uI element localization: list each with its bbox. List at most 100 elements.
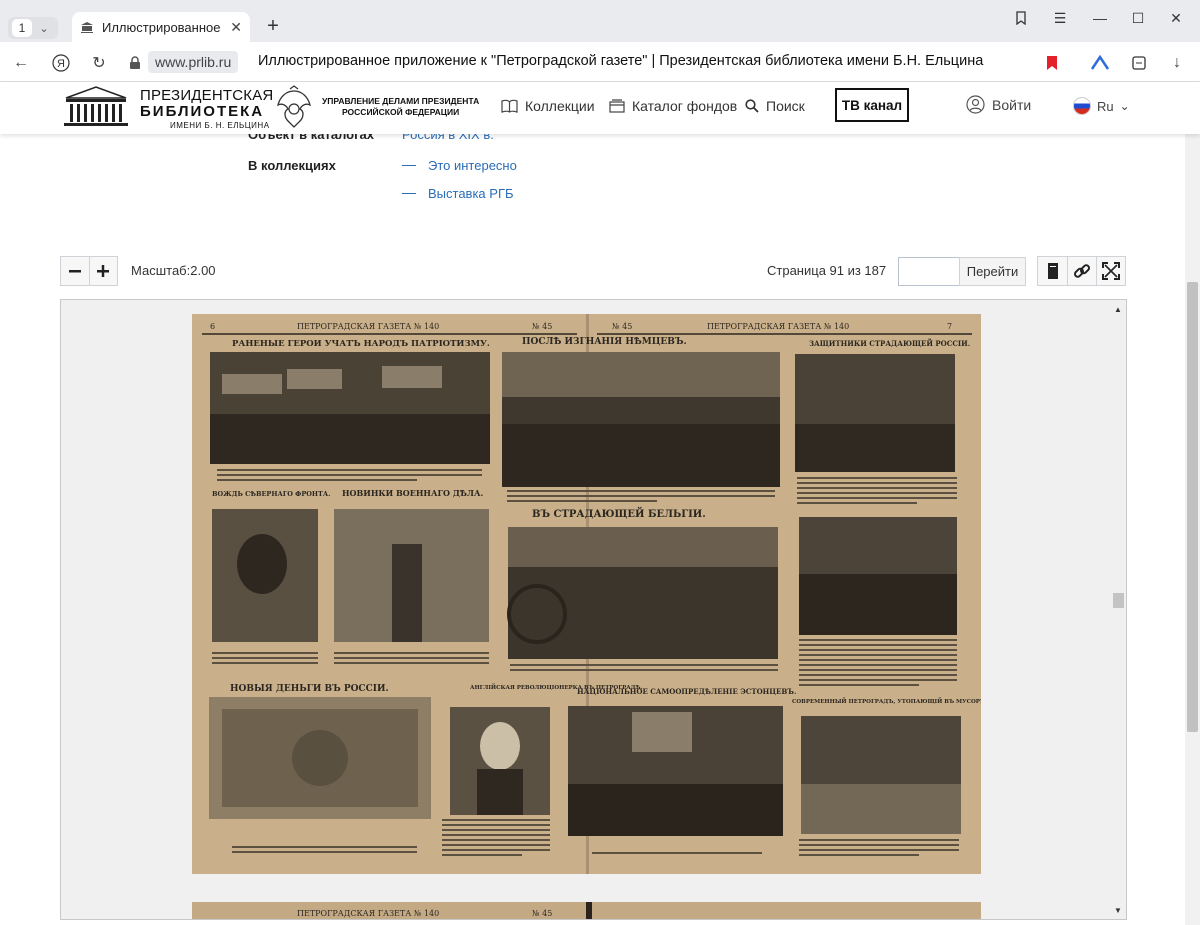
tab-counter-button[interactable]: 1 ⌄ xyxy=(8,17,58,39)
login-label: Войти xyxy=(992,96,1032,113)
maximize-icon[interactable]: ☐ xyxy=(1120,8,1156,28)
library-building-logo-icon[interactable] xyxy=(62,84,130,130)
scan-headline: ВЪ СТРАДАЮЩЕЙ БЕЛЬГІИ. xyxy=(532,507,706,520)
translate-icon[interactable] xyxy=(1089,52,1111,74)
lock-icon[interactable] xyxy=(124,52,146,74)
window-close-icon[interactable]: ✕ xyxy=(1158,8,1194,28)
admin-line-2: РОССИЙСКОЙ ФЕДЕРАЦИИ xyxy=(342,107,460,117)
login-button[interactable]: Войти xyxy=(966,95,1031,114)
dash-marker xyxy=(402,165,416,166)
scan-headline: НОВЫЯ ДЕНЬГИ ВЪ РОССІИ. xyxy=(230,684,389,694)
page-counter: Страница 91 из 187 xyxy=(767,263,887,278)
book-icon xyxy=(501,99,518,113)
newspaper-scan-next-page[interactable]: ПЕТРОГРАДСКАЯ ГАЗЕТА № 140 № 45 xyxy=(192,902,981,920)
page-number-input[interactable] xyxy=(898,257,960,286)
zoom-in-button[interactable] xyxy=(88,257,117,285)
newspaper-scan-page[interactable]: 6 ПЕТРОГРАДСКАЯ ГАЗЕТА № 140 № 45 № 45 П… xyxy=(192,314,981,874)
nav-catalog[interactable]: Каталог фондов xyxy=(609,98,737,114)
reload-icon[interactable]: ↻ xyxy=(88,52,110,74)
scroll-down-arrow-icon[interactable]: ▼ xyxy=(1114,906,1122,915)
scan-headline: НАЦІОНАЛЬНОЕ САМООПРЕДѢЛЕНІЕ ЭСТОНЦЕВЪ. xyxy=(577,687,796,696)
scan-headline: СОВРЕМЕННЫЙ ПЕТРОГРАДЪ, УТОПАЮЩІЙ ВЪ МУС… xyxy=(792,697,981,705)
viewer-scrollbar[interactable]: ▲ ▼ xyxy=(1110,300,1126,919)
logo-line-2: БИБЛИОТЕКА xyxy=(140,103,265,120)
scan-issue-right: № 45 xyxy=(612,322,632,331)
close-icon[interactable]: ✕ xyxy=(230,19,242,36)
url-domain[interactable]: www.prlib.ru xyxy=(148,51,239,73)
russian-flag-icon xyxy=(1073,97,1091,115)
fullscreen-button[interactable] xyxy=(1096,257,1125,285)
download-icon[interactable]: ↓ xyxy=(1166,52,1188,74)
scan-headline: РАНЕНЫЕ ГЕРОИ УЧАТЪ НАРОДЪ ПАТРІОТИЗМУ. xyxy=(232,339,490,349)
user-icon xyxy=(966,95,985,114)
scan-headline: ЗАЩИТНИКИ СТРАДАЮЩЕЙ РОССІИ. xyxy=(809,338,970,348)
catalog-icon xyxy=(609,99,625,113)
single-page-icon xyxy=(1047,263,1058,279)
copy-link-button[interactable] xyxy=(1067,257,1096,285)
collection-link-label: Это интересно xyxy=(428,158,517,173)
tab-title: Иллюстрированное пр xyxy=(102,19,222,35)
goto-page-button[interactable]: Перейти xyxy=(959,257,1026,286)
extensions-icon[interactable] xyxy=(1128,52,1150,74)
minimize-icon[interactable]: — xyxy=(1082,8,1118,28)
scroll-up-arrow-icon[interactable]: ▲ xyxy=(1114,305,1122,314)
scan-header-right: ПЕТРОГРАДСКАЯ ГАЗЕТА № 140 xyxy=(707,322,849,331)
page-scroll-thumb[interactable] xyxy=(1187,282,1198,732)
admin-line-1: УПРАВЛЕНИЕ ДЕЛАМИ ПРЕЗИДЕНТА xyxy=(322,96,480,106)
back-arrow-icon[interactable]: ← xyxy=(10,52,32,74)
address-bar: ← Я ↻ www.prlib.ru Иллюстрированное прил… xyxy=(0,42,1200,82)
bookmarks-icon[interactable] xyxy=(1003,8,1039,28)
scan-issue-left: № 45 xyxy=(532,909,552,918)
scan-headline: ВОЖДЬ СѢВЕРНАГО ФРОНТА. xyxy=(212,490,330,498)
library-favicon-icon xyxy=(81,22,93,33)
language-selector[interactable]: Ru ⌄ xyxy=(1073,97,1130,115)
language-label: Ru xyxy=(1097,98,1114,114)
page-scrollbar[interactable] xyxy=(1185,82,1200,925)
scan-page-left: 6 xyxy=(210,322,215,331)
chevron-down-icon: ⌄ xyxy=(39,22,49,35)
tab-count: 1 xyxy=(12,19,32,37)
nav-catalog-label: Каталог фондов xyxy=(632,98,738,114)
new-tab-button[interactable]: + xyxy=(262,16,284,38)
single-page-view-button[interactable] xyxy=(1038,257,1067,285)
menu-icon[interactable]: ☰ xyxy=(1042,8,1078,28)
zoom-controls xyxy=(60,256,118,286)
nav-collections-label: Коллекции xyxy=(525,98,595,114)
scan-headline: НОВИНКИ ВОЕННАГО ДѢЛА. xyxy=(342,488,484,498)
state-emblem-icon[interactable] xyxy=(274,85,314,129)
tv-channel-button[interactable]: ТВ канал xyxy=(835,88,909,122)
logo-line-3: ИМЕНИ Б. Н. ЕЛЬЦИНА xyxy=(170,121,270,130)
scale-label: Масштаб:2.00 xyxy=(131,263,216,278)
viewer-tools xyxy=(1037,256,1126,286)
collection-link-label: Выставка РГБ xyxy=(428,186,514,201)
nav-collections[interactable]: Коллекции xyxy=(501,98,595,114)
collection-link[interactable]: Это интересно xyxy=(402,158,517,173)
search-icon xyxy=(745,99,759,113)
nav-search-label: Поиск xyxy=(766,98,805,114)
link-icon xyxy=(1073,264,1091,278)
scan-page-right: 7 xyxy=(947,322,952,331)
collections-label: В коллекциях xyxy=(248,158,336,173)
nav-search[interactable]: Поиск xyxy=(745,98,805,114)
site-header: ПРЕЗИДЕНТСКАЯ БИБЛИОТЕКА ИМЕНИ Б. Н. ЕЛЬ… xyxy=(0,82,1200,134)
yandex-logo-icon[interactable]: Я xyxy=(50,52,72,74)
scan-headline: ПОСЛѢ ИЗГНАНІЯ НѢМЦЕВЪ. xyxy=(522,337,687,347)
plus-icon xyxy=(97,265,110,277)
zoom-out-button[interactable] xyxy=(61,257,89,285)
viewer-scroll-thumb[interactable] xyxy=(1113,593,1124,608)
scan-issue-left: № 45 xyxy=(532,322,552,331)
library-logo-text[interactable]: ПРЕЗИДЕНТСКАЯ БИБЛИОТЕКА ИМЕНИ Б. Н. ЕЛЬ… xyxy=(140,88,273,130)
fullscreen-icon xyxy=(1102,262,1120,280)
chevron-down-icon: ⌄ xyxy=(1119,99,1130,113)
minus-icon xyxy=(68,270,81,273)
browser-tab-active[interactable]: Иллюстрированное пр ✕ xyxy=(72,12,250,42)
svg-text:Я: Я xyxy=(57,58,65,70)
bookmark-icon[interactable] xyxy=(1041,52,1063,74)
admin-department-text[interactable]: УПРАВЛЕНИЕ ДЕЛАМИ ПРЕЗИДЕНТА РОССИЙСКОЙ … xyxy=(322,96,479,118)
scan-header-left: ПЕТРОГРАДСКАЯ ГАЗЕТА № 140 xyxy=(297,909,439,918)
page-title[interactable]: Иллюстрированное приложение к "Петроград… xyxy=(258,53,983,69)
browser-tab-bar: 1 ⌄ Иллюстрированное пр ✕ + ☰ — ☐ ✕ xyxy=(0,0,1200,42)
collection-link[interactable]: Выставка РГБ xyxy=(402,186,514,201)
logo-line-1: ПРЕЗИДЕНТСКАЯ xyxy=(140,87,274,104)
document-viewer[interactable]: 6 ПЕТРОГРАДСКАЯ ГАЗЕТА № 140 № 45 № 45 П… xyxy=(60,299,1127,920)
